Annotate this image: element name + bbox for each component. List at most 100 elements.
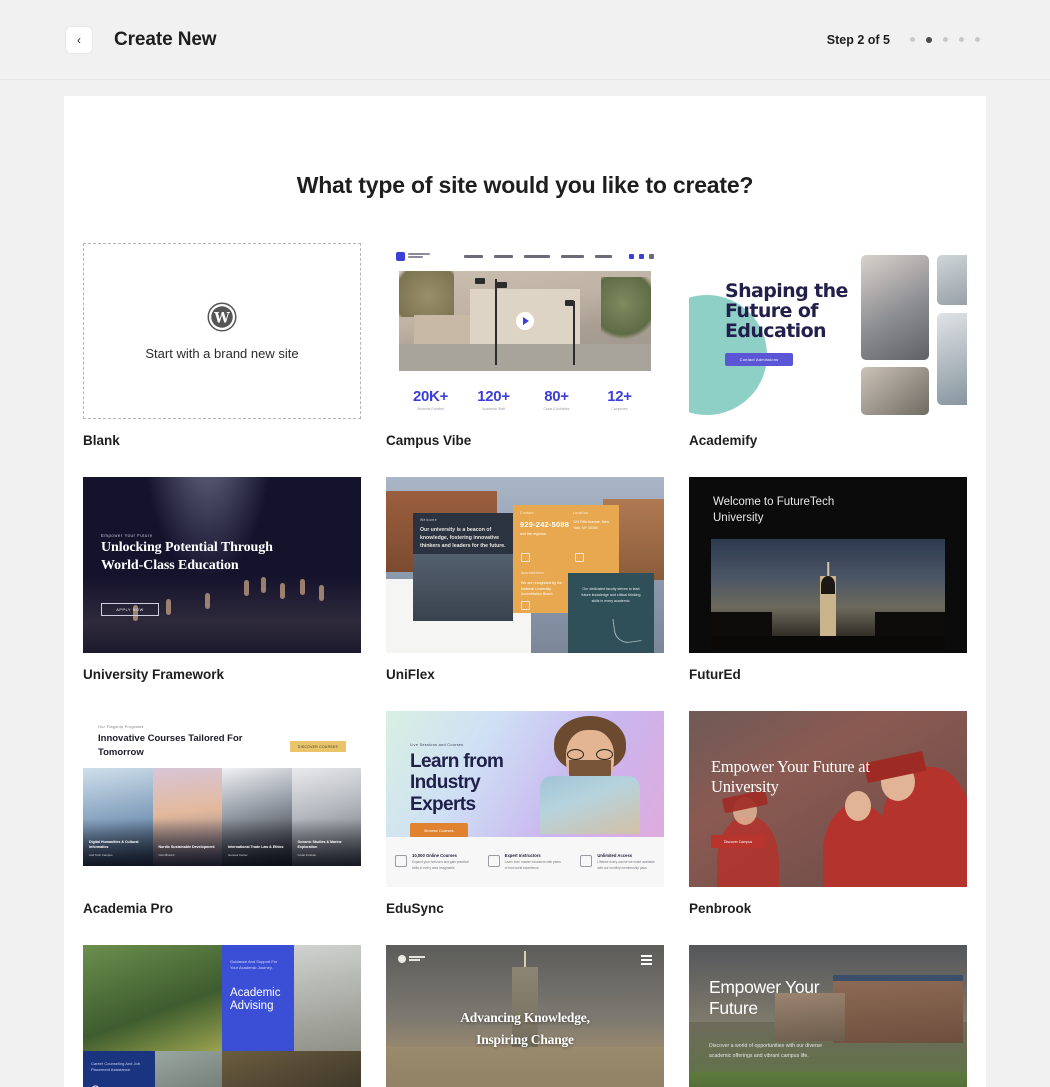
template-card-advancing-knowledge[interactable]: Advancing Knowledge, Inspiring Change Di… — [386, 945, 664, 1087]
preview-photo — [222, 1050, 361, 1087]
template-card-academify[interactable]: Shaping the Future of Education Contact … — [689, 243, 967, 448]
program-title: International Trade Law & Ethics — [228, 844, 284, 849]
advancing-knowledge-thumbnail[interactable]: Advancing Knowledge, Inspiring Change Di… — [386, 945, 664, 1087]
preview-cta-label: APPLY NOW — [116, 607, 144, 612]
program-title: Digital Humanities & Cultural Informatic… — [89, 839, 139, 849]
academia-pro-thumbnail[interactable]: Our Flagship Programs Innovative Courses… — [83, 711, 361, 887]
preview-teal-card: Our dedicated faculty strives to lead fu… — [568, 573, 654, 653]
template-card-futured[interactable]: Welcome to FutureTech University FuturEd — [689, 477, 967, 682]
template-label: FuturEd — [689, 667, 741, 682]
stat-caption: Clubs & Activities — [543, 407, 570, 411]
program-title: Oceanic Studies & Marine Exploration — [297, 839, 342, 849]
play-icon[interactable] — [516, 312, 534, 330]
template-card-university-framework[interactable]: Empower Your Future Unlocking Potential … — [83, 477, 361, 682]
preview-title: Shaping the Future of Education — [725, 280, 848, 343]
blank-caption: Start with a brand new site — [145, 345, 299, 361]
preview-cta-button[interactable]: DISCOVER COURSES — [290, 741, 346, 752]
empower-your-future-thumbnail[interactable]: Empower Your Future Discover a world of … — [689, 945, 967, 1087]
feature-caption: Learn from master educators with years o… — [504, 860, 561, 870]
preview-cta-button[interactable]: Browse Courses — [410, 823, 468, 838]
futured-thumbnail[interactable]: Welcome to FutureTech University — [689, 477, 967, 653]
preview-title: Academic Advising — [230, 987, 281, 1013]
step-dot-1 — [910, 37, 915, 42]
course-icon — [395, 855, 407, 868]
preview-photo — [294, 945, 361, 1051]
preview-feature-bar: 10,000 Online Courses Expand your horizo… — [386, 837, 664, 887]
feature-item: 10,000 Online Courses Expand your horizo… — [386, 853, 479, 870]
graduate-figure — [717, 817, 779, 887]
preview-eyebrow: Live Sessions and Courses — [410, 743, 464, 747]
hamburger-menu-icon[interactable] — [641, 955, 652, 967]
stat-item: 120+ Academic Staff — [462, 388, 525, 411]
preview-cta-label: Discover Campus — [723, 839, 753, 844]
template-label: Academify — [689, 433, 758, 448]
university-framework-thumbnail[interactable]: Empower Your Future Unlocking Potential … — [83, 477, 361, 653]
program-column: Oceanic Studies & Marine Exploration Coa… — [291, 768, 361, 866]
stat-value: 20K+ — [412, 388, 449, 405]
preview-logo-icon — [396, 251, 430, 261]
app-header: ‹ Create New Step 2 of 5 — [0, 0, 1050, 80]
preview-subtitle: Career Counseling And Job Placement Assi… — [91, 1060, 140, 1072]
blank-thumbnail[interactable]: W Start with a brand new site — [83, 243, 361, 419]
template-card-blank[interactable]: W Start with a brand new site Blank — [83, 243, 361, 448]
back-button[interactable]: ‹ — [66, 26, 92, 53]
program-column: Nordic Sustainable Development Oslo Bran… — [152, 768, 222, 866]
preview-photo — [861, 255, 929, 360]
preview-hero-image — [711, 539, 945, 649]
preview-eyebrow: Empower Your Future — [101, 533, 153, 538]
template-card-penbrook[interactable]: Empower Your Future at University Discov… — [689, 711, 967, 916]
feature-item: Unlimited Access Lifetime every course w… — [571, 853, 664, 870]
preview-navbar — [386, 243, 664, 269]
panel-heading: What type of site would you like to crea… — [296, 172, 754, 198]
template-card-academia-pro[interactable]: Our Flagship Programs Innovative Courses… — [83, 711, 361, 916]
preview-eyebrow: Our Flagship Programs — [98, 725, 144, 729]
preview-program-strip: Digital Humanities & Cultural Informatic… — [83, 768, 361, 866]
accreditation-text: We are recognized by the National Univer… — [521, 581, 562, 597]
program-column: Digital Humanities & Cultural Informatic… — [83, 768, 153, 866]
accreditation-label: Accreditation — [521, 571, 545, 575]
contact-note: and the registrar — [520, 532, 547, 536]
step-dots — [910, 36, 980, 43]
stat-caption: Campuses — [611, 407, 628, 411]
step-dot-2 — [926, 36, 932, 43]
preview-social-icons — [629, 253, 654, 259]
template-label: Campus Vibe — [386, 433, 472, 448]
preview-subtitle: Guidance And Support For Your Academic J… — [230, 959, 278, 971]
preview-title: Innovative Courses Tailored For Tomorrow — [98, 733, 243, 758]
preview-photo — [937, 313, 967, 405]
infinity-icon — [580, 855, 593, 868]
preview-title: Unlocking Potential Through World-Class … — [101, 540, 273, 574]
academify-thumbnail[interactable]: Shaping the Future of Education Contact … — [689, 243, 967, 419]
page-title: Create New — [114, 28, 217, 50]
campus-vibe-thumbnail[interactable]: 20K+ Students Enrolled 120+ Academic Sta… — [386, 243, 664, 419]
penbrook-thumbnail[interactable]: Empower Your Future at University Discov… — [689, 711, 967, 887]
preview-cta-label: Browse Courses — [424, 828, 454, 833]
preview-nav-links — [464, 254, 612, 258]
template-card-career[interactable]: Guidance And Support For Your Academic J… — [83, 945, 361, 1087]
template-card-empower-your-future[interactable]: Empower Your Future Discover a world of … — [689, 945, 967, 1087]
preview-title: Learn from Industry Experts — [410, 751, 504, 815]
uniflex-thumbnail[interactable]: Welcome Our university is a beacon of kn… — [386, 477, 664, 653]
template-card-uniflex[interactable]: Welcome Our university is a beacon of kn… — [386, 477, 664, 682]
step-dot-3 — [943, 37, 948, 42]
template-card-edusync[interactable]: Live Sessions and Courses Learn from Ind… — [386, 711, 664, 916]
instructor-icon — [487, 855, 500, 868]
preview-portrait — [540, 716, 640, 834]
program-caption: And Tech Campus — [89, 853, 113, 857]
preview-stats: 20K+ Students Enrolled 120+ Academic Sta… — [399, 388, 651, 411]
preview-photo — [83, 945, 222, 1051]
template-card-campus-vibe[interactable]: 20K+ Students Enrolled 120+ Academic Sta… — [386, 243, 664, 448]
preview-photo — [155, 1050, 222, 1087]
preview-cta-button[interactable]: Discover Campus — [711, 835, 765, 848]
preview-title: Welcome to FutureTech University — [713, 496, 835, 524]
career-thumbnail[interactable]: Guidance And Support For Your Academic J… — [83, 945, 361, 1087]
preview-photo — [937, 255, 967, 305]
preview-cta-button[interactable]: APPLY NOW — [101, 603, 159, 616]
preview-title: Empower Your Future at University — [711, 757, 870, 797]
preview-photo — [861, 367, 929, 415]
step-dot-4 — [959, 37, 964, 42]
feature-caption: Lifetime every course we make available … — [597, 860, 655, 870]
preview-cta-button[interactable]: Contact Admissions — [725, 353, 793, 366]
edusync-thumbnail[interactable]: Live Sessions and Courses Learn from Ind… — [386, 711, 664, 887]
preview-cta-label: DISCOVER COURSES — [297, 744, 339, 749]
